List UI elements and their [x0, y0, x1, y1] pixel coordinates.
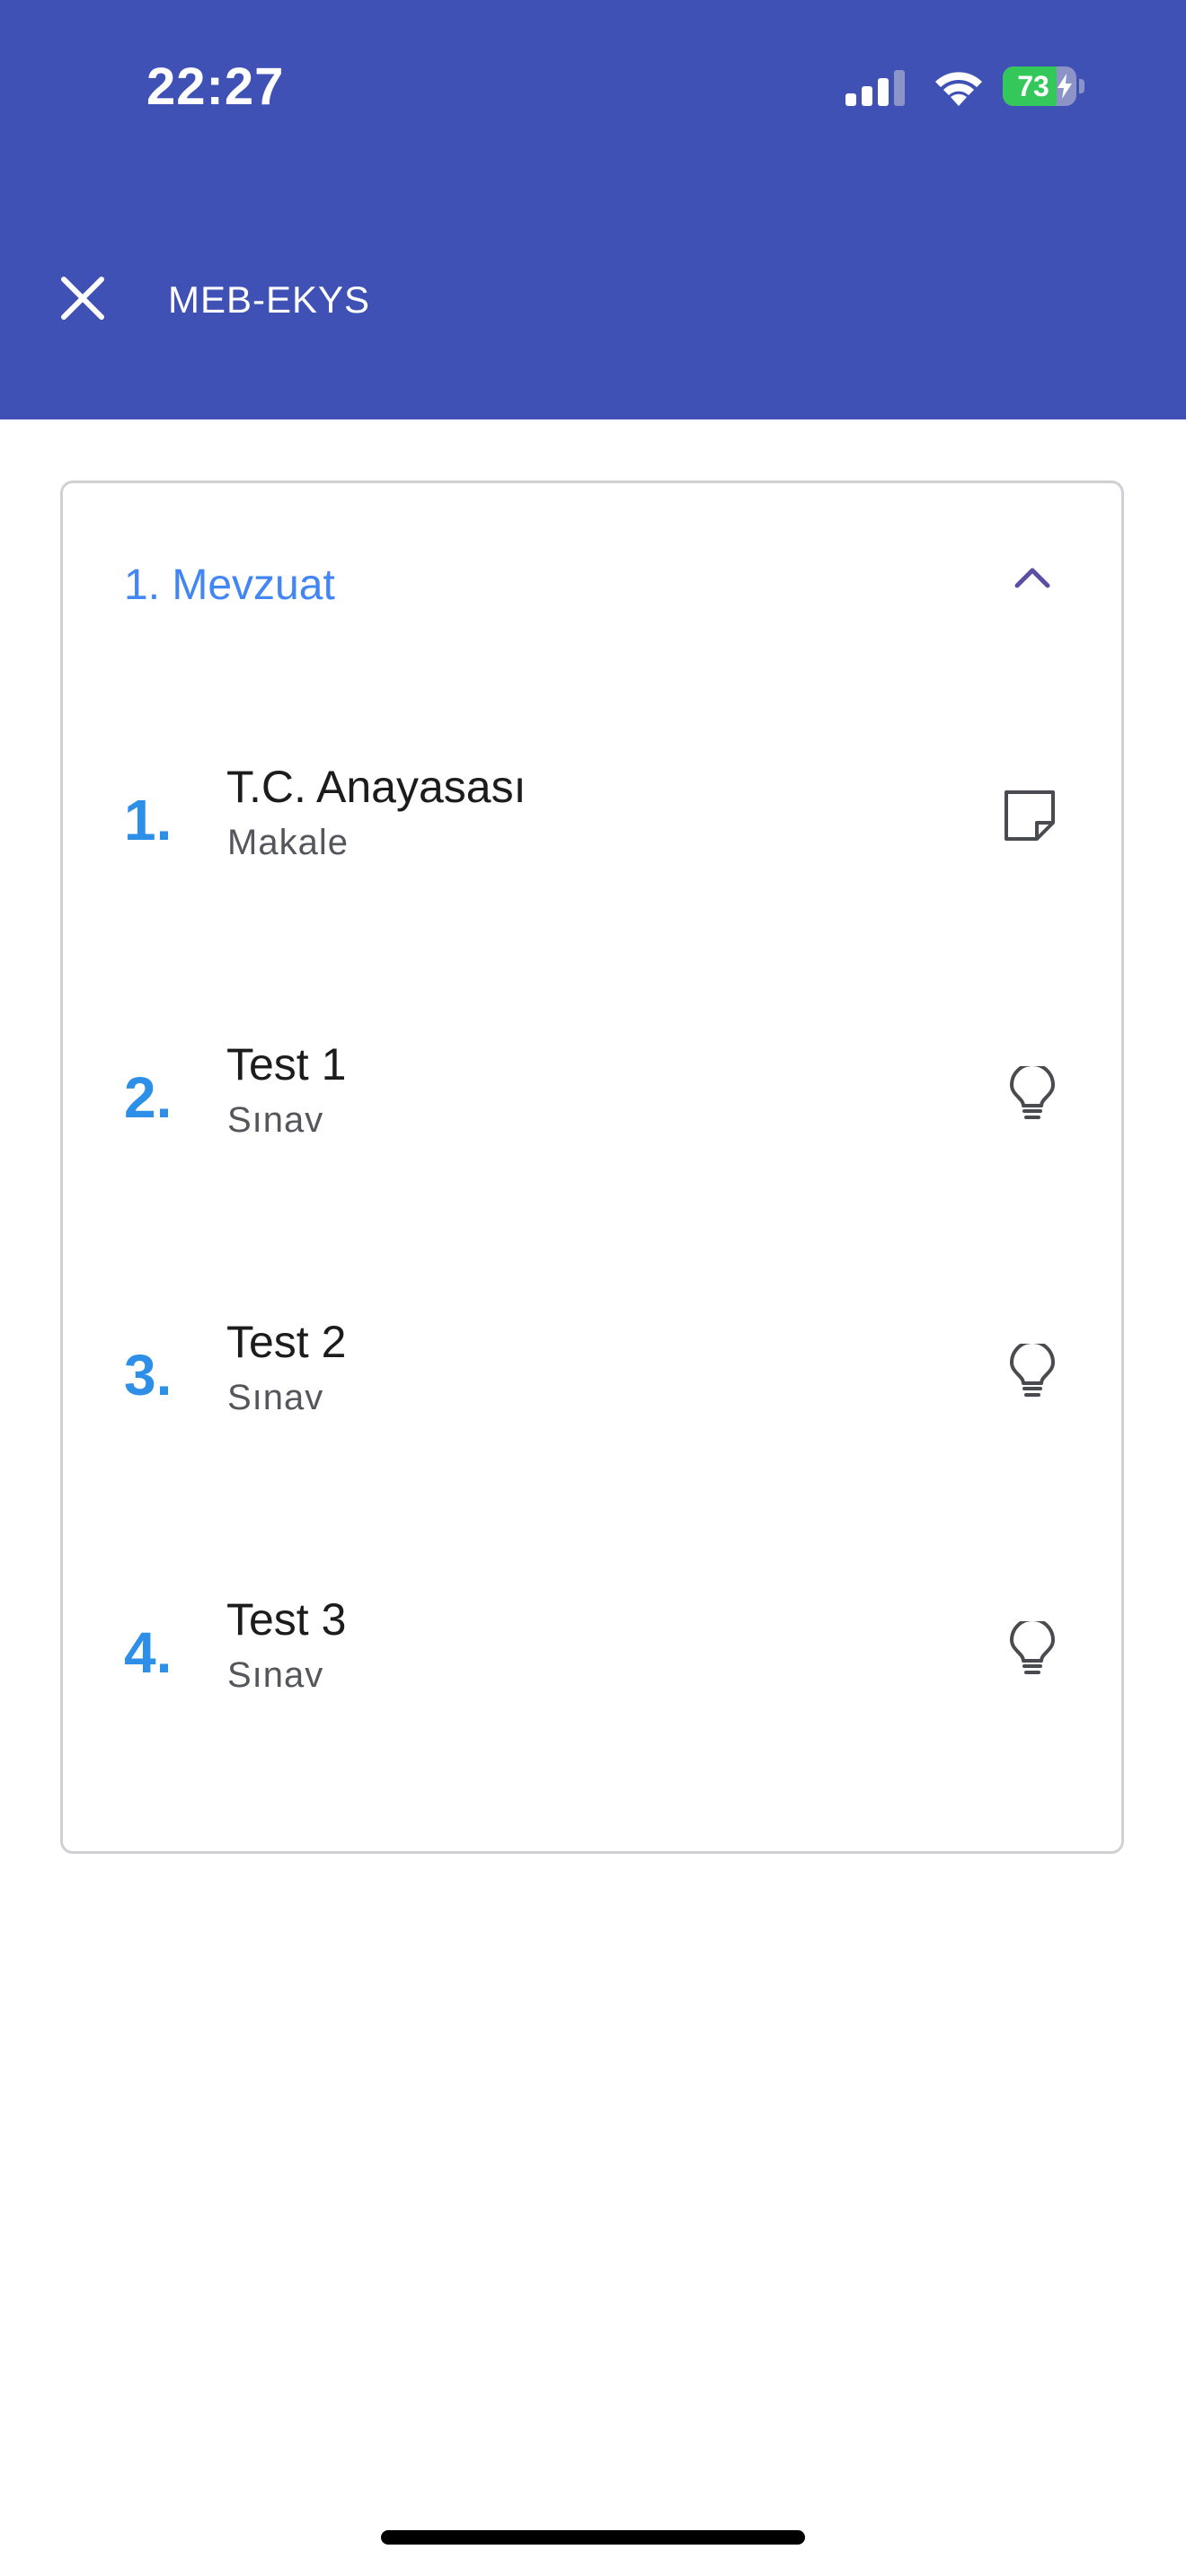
app-header: 22:27 73 MEB-EKYS — [0, 0, 1186, 419]
item-number: 1. — [124, 788, 173, 852]
status-time: 22:27 — [146, 57, 285, 116]
battery-indicator: 73 — [1003, 66, 1084, 106]
app-title: MEB-EKYS — [168, 278, 371, 321]
cellular-signal-icon — [845, 70, 905, 106]
item-number: 2. — [124, 1065, 173, 1130]
chevron-up-icon[interactable] — [1013, 566, 1051, 589]
note-icon — [1005, 790, 1055, 841]
charging-bolt-icon — [1058, 74, 1072, 99]
battery-level: 73 — [1017, 70, 1049, 102]
home-indicator[interactable] — [381, 2530, 805, 2545]
lightbulb-icon — [1010, 1066, 1055, 1119]
list-item[interactable]: 1. T.C. Anayasası Makale — [63, 708, 1121, 932]
item-number: 3. — [124, 1343, 173, 1407]
item-title: T.C. Anayasası — [226, 762, 527, 812]
item-subtitle: Sınav — [227, 1378, 324, 1417]
item-title: Test 1 — [226, 1039, 347, 1090]
close-button[interactable] — [47, 262, 119, 334]
item-subtitle: Sınav — [227, 1655, 324, 1695]
item-subtitle: Sınav — [227, 1100, 324, 1140]
list-item[interactable]: 3. Test 2 Sınav — [63, 1263, 1121, 1487]
wifi-icon — [935, 72, 982, 106]
item-title: Test 3 — [226, 1594, 347, 1645]
list-item[interactable]: 2. Test 1 Sınav — [63, 985, 1121, 1210]
section-header[interactable]: 1. Mevzuat — [63, 483, 1121, 681]
list-item[interactable]: 4. Test 3 Sınav — [63, 1540, 1121, 1765]
section-card: 1. Mevzuat 1. T.C. Anayasası Makale 2. T… — [60, 481, 1124, 1854]
section-title: 1. Mevzuat — [124, 561, 335, 609]
item-subtitle: Makale — [227, 823, 349, 862]
item-title: Test 2 — [226, 1317, 347, 1367]
lightbulb-icon — [1010, 1621, 1055, 1674]
lightbulb-icon — [1010, 1344, 1055, 1397]
item-number: 4. — [124, 1620, 173, 1685]
close-icon — [61, 277, 104, 320]
